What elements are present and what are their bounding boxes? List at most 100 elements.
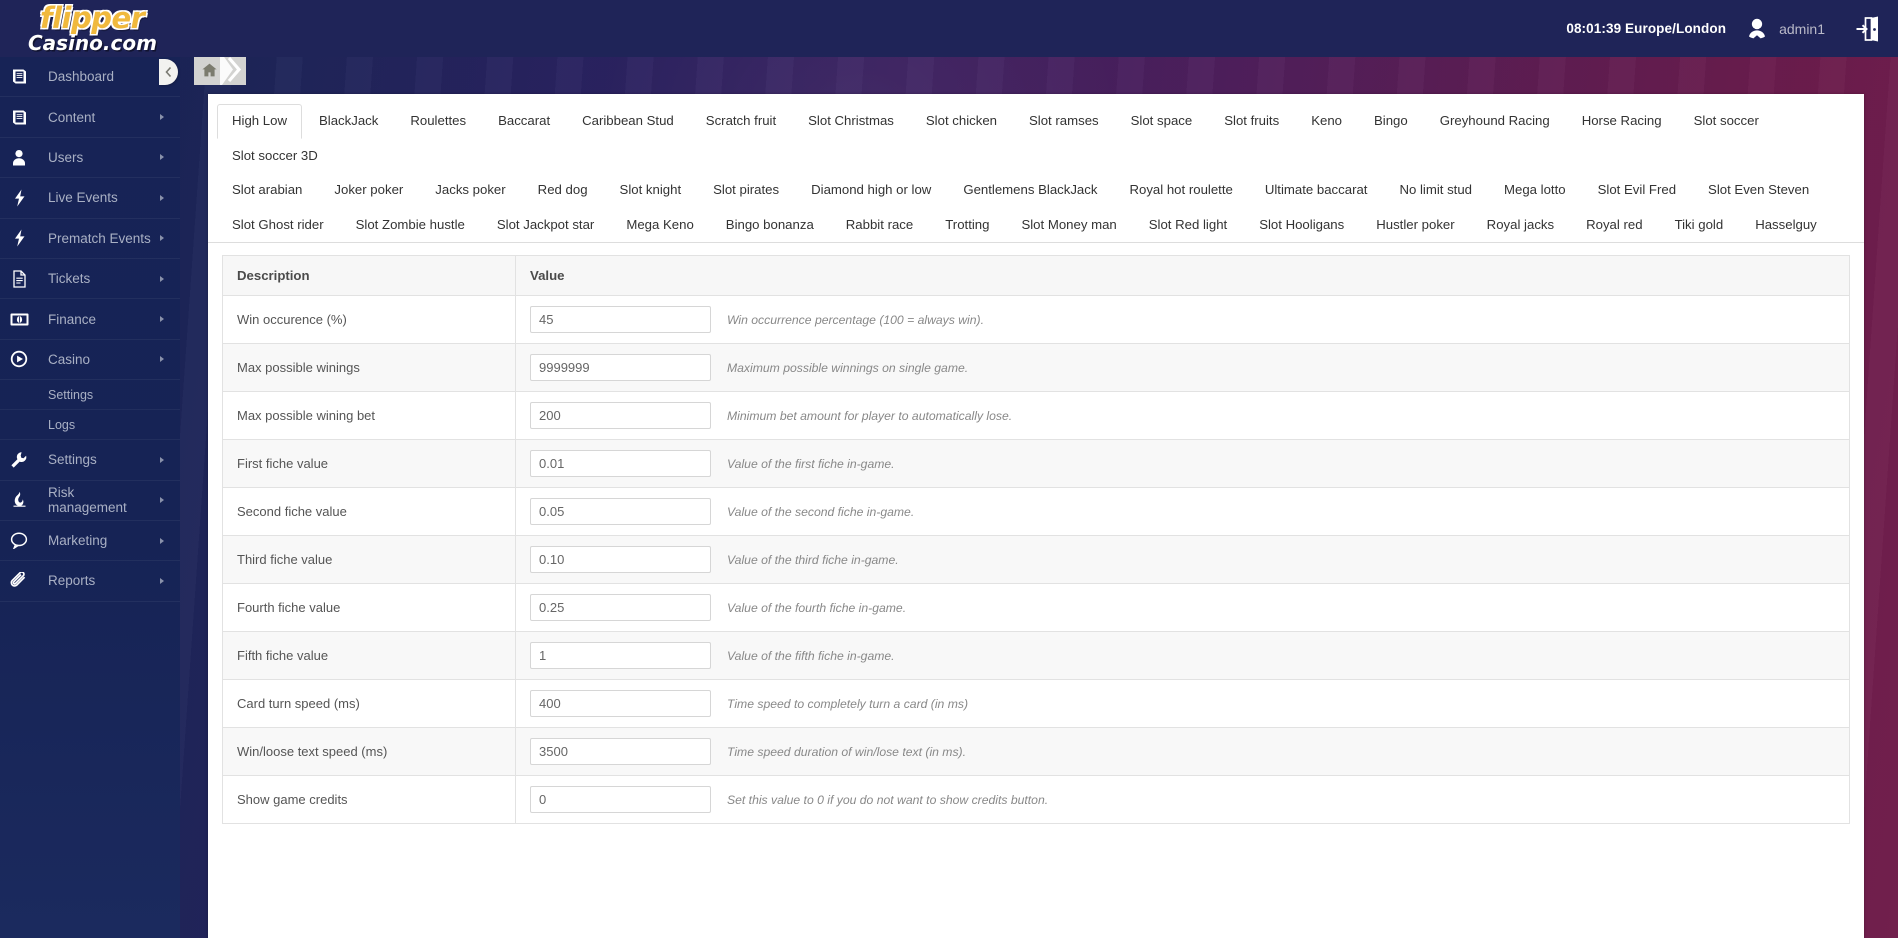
- sidebar-item-casino[interactable]: Casino: [0, 340, 180, 381]
- sidebar-item-tickets[interactable]: Tickets: [0, 259, 180, 300]
- tab-slot-space[interactable]: Slot space: [1116, 104, 1208, 139]
- table-row: Show game credits Set this value to 0 if …: [222, 775, 1850, 824]
- sidebar-item-live-events[interactable]: Live Events: [0, 178, 180, 219]
- setting-value-cell: Set this value to 0 if you do not want t…: [515, 775, 1850, 824]
- tab-slot-jackpot-star[interactable]: Slot Jackpot star: [482, 208, 609, 243]
- sidebar-subitem-casino-logs[interactable]: Logs: [0, 410, 180, 441]
- username-label: admin1: [1779, 20, 1825, 37]
- sidebar-item-risk-management[interactable]: Risk management: [0, 481, 180, 521]
- setting-input[interactable]: [530, 402, 711, 429]
- site-logo[interactable]: flipper Casino.com: [26, 3, 226, 55]
- setting-input[interactable]: [530, 450, 711, 477]
- tab-scratch-fruit[interactable]: Scratch fruit: [691, 104, 791, 139]
- setting-input[interactable]: [530, 354, 711, 381]
- tab-slot-money-man[interactable]: Slot Money man: [1006, 208, 1131, 243]
- tab-slot-knight[interactable]: Slot knight: [605, 173, 697, 208]
- chevron-right-icon: [152, 194, 172, 201]
- tab-high-low[interactable]: High Low: [217, 104, 302, 139]
- setting-input[interactable]: [530, 498, 711, 525]
- tab-hustler-poker[interactable]: Hustler poker: [1361, 208, 1469, 243]
- setting-hint: Time speed duration of win/lose text (in…: [727, 744, 967, 759]
- logout-door-icon[interactable]: [1855, 15, 1880, 43]
- tab-ultimate-baccarat[interactable]: Ultimate baccarat: [1250, 173, 1383, 208]
- tab-blackjack[interactable]: BlackJack: [304, 104, 393, 139]
- tab-royal-hot-roulette[interactable]: Royal hot roulette: [1114, 173, 1247, 208]
- setting-description: Second fiche value: [222, 487, 516, 536]
- setting-value-cell: Value of the third fiche in-game.: [515, 535, 1850, 584]
- bolt-icon: [0, 189, 38, 207]
- setting-input[interactable]: [530, 690, 711, 717]
- tab-slot-soccer-3d[interactable]: Slot soccer 3D: [217, 139, 333, 174]
- tab-bingo[interactable]: Bingo: [1359, 104, 1423, 139]
- tab-slot-even-steven[interactable]: Slot Even Steven: [1693, 173, 1824, 208]
- sidebar-item-settings[interactable]: Settings: [0, 440, 180, 481]
- tab-red-dog[interactable]: Red dog: [523, 173, 603, 208]
- sidebar-item-label: Tickets: [48, 271, 91, 287]
- sidebar-item-finance[interactable]: Finance: [0, 299, 180, 340]
- sidebar-subitem-casino-settings[interactable]: Settings: [0, 380, 180, 411]
- sidebar-item-label: Prematch Events: [48, 230, 151, 246]
- setting-hint: Maximum possible winnings on single game…: [727, 360, 969, 375]
- tab-bingo-bonanza[interactable]: Bingo bonanza: [711, 208, 829, 243]
- setting-input[interactable]: [530, 546, 711, 573]
- tab-joker-poker[interactable]: Joker poker: [319, 173, 418, 208]
- tab-diamond-high-or-low[interactable]: Diamond high or low: [796, 173, 946, 208]
- tab-slot-fruits[interactable]: Slot fruits: [1209, 104, 1294, 139]
- tab-slot-soccer[interactable]: Slot soccer: [1679, 104, 1774, 139]
- setting-description: Fifth fiche value: [222, 631, 516, 680]
- tab-greyhound-racing[interactable]: Greyhound Racing: [1425, 104, 1565, 139]
- setting-input[interactable]: [530, 594, 711, 621]
- tab-roulettes[interactable]: Roulettes: [395, 104, 481, 139]
- setting-hint: Value of the second fiche in-game.: [727, 504, 915, 519]
- tab-slot-hooligans[interactable]: Slot Hooligans: [1244, 208, 1359, 243]
- tab-royal-red[interactable]: Royal red: [1571, 208, 1657, 243]
- tab-slot-arabian[interactable]: Slot arabian: [217, 173, 317, 208]
- breadcrumb[interactable]: [194, 54, 246, 85]
- tab-slot-evil-fred[interactable]: Slot Evil Fred: [1583, 173, 1691, 208]
- tab-slot-christmas[interactable]: Slot Christmas: [793, 104, 909, 139]
- setting-value-cell: Time speed duration of win/lose text (in…: [515, 727, 1850, 776]
- sidebar-item-dashboard[interactable]: Dashboard: [0, 57, 180, 98]
- sidebar-item-users[interactable]: Users: [0, 138, 180, 179]
- tab-slot-red-light[interactable]: Slot Red light: [1134, 208, 1242, 243]
- sidebar-item-reports[interactable]: Reports: [0, 561, 180, 602]
- tab-slot-pirates[interactable]: Slot pirates: [698, 173, 794, 208]
- tab-mega-lotto[interactable]: Mega lotto: [1489, 173, 1581, 208]
- setting-input[interactable]: [530, 738, 711, 765]
- tab-slot-zombie-hustle[interactable]: Slot Zombie hustle: [341, 208, 480, 243]
- tab-rabbit-race[interactable]: Rabbit race: [831, 208, 928, 243]
- tab-trotting[interactable]: Trotting: [930, 208, 1004, 243]
- user-icon: [0, 149, 38, 166]
- banknote-icon: [0, 313, 38, 326]
- tab-royal-jacks[interactable]: Royal jacks: [1472, 208, 1569, 243]
- sidebar-subitem-label: Logs: [48, 417, 76, 432]
- setting-input[interactable]: [530, 642, 711, 669]
- sidebar-item-marketing[interactable]: Marketing: [0, 521, 180, 562]
- tab-baccarat[interactable]: Baccarat: [483, 104, 565, 139]
- tab-hasselguy[interactable]: Hasselguy: [1740, 208, 1832, 243]
- tab-mega-keno[interactable]: Mega Keno: [611, 208, 708, 243]
- tab-caribbean-stud[interactable]: Caribbean Stud: [567, 104, 689, 139]
- tab-jacks-poker[interactable]: Jacks poker: [420, 173, 520, 208]
- tab-slot-ramses[interactable]: Slot ramses: [1014, 104, 1114, 139]
- tab-slot-chicken[interactable]: Slot chicken: [911, 104, 1012, 139]
- sidebar-item-content[interactable]: Content: [0, 97, 180, 138]
- tab-keno[interactable]: Keno: [1296, 104, 1357, 139]
- tab-tiki-gold[interactable]: Tiki gold: [1660, 208, 1739, 243]
- tab-gentlemens-blackjack[interactable]: Gentlemens BlackJack: [948, 173, 1112, 208]
- setting-input[interactable]: [530, 786, 711, 813]
- value-row: Value of the fifth fiche in-game.: [530, 642, 1835, 669]
- tab-slot-ghost-rider[interactable]: Slot Ghost rider: [217, 208, 339, 243]
- tab-row-2: Slot arabian Joker poker Jacks poker Red do…: [216, 173, 1856, 208]
- setting-description: Win occurence (%): [222, 295, 516, 344]
- setting-hint: Value of the fifth fiche in-game.: [727, 648, 895, 663]
- user-menu[interactable]: admin1: [1744, 16, 1825, 42]
- sidebar-item-label: Content: [48, 109, 96, 125]
- setting-hint: Minimum bet amount for player to automat…: [727, 408, 1013, 423]
- setting-input[interactable]: [530, 306, 711, 333]
- value-row: Time speed to completely turn a card (in…: [530, 690, 1835, 717]
- sidebar-item-prematch-events[interactable]: Prematch Events: [0, 219, 180, 259]
- sidebar-subitem-label: Settings: [48, 387, 94, 402]
- tab-no-limit-stud[interactable]: No limit stud: [1384, 173, 1487, 208]
- tab-horse-racing[interactable]: Horse Racing: [1567, 104, 1677, 139]
